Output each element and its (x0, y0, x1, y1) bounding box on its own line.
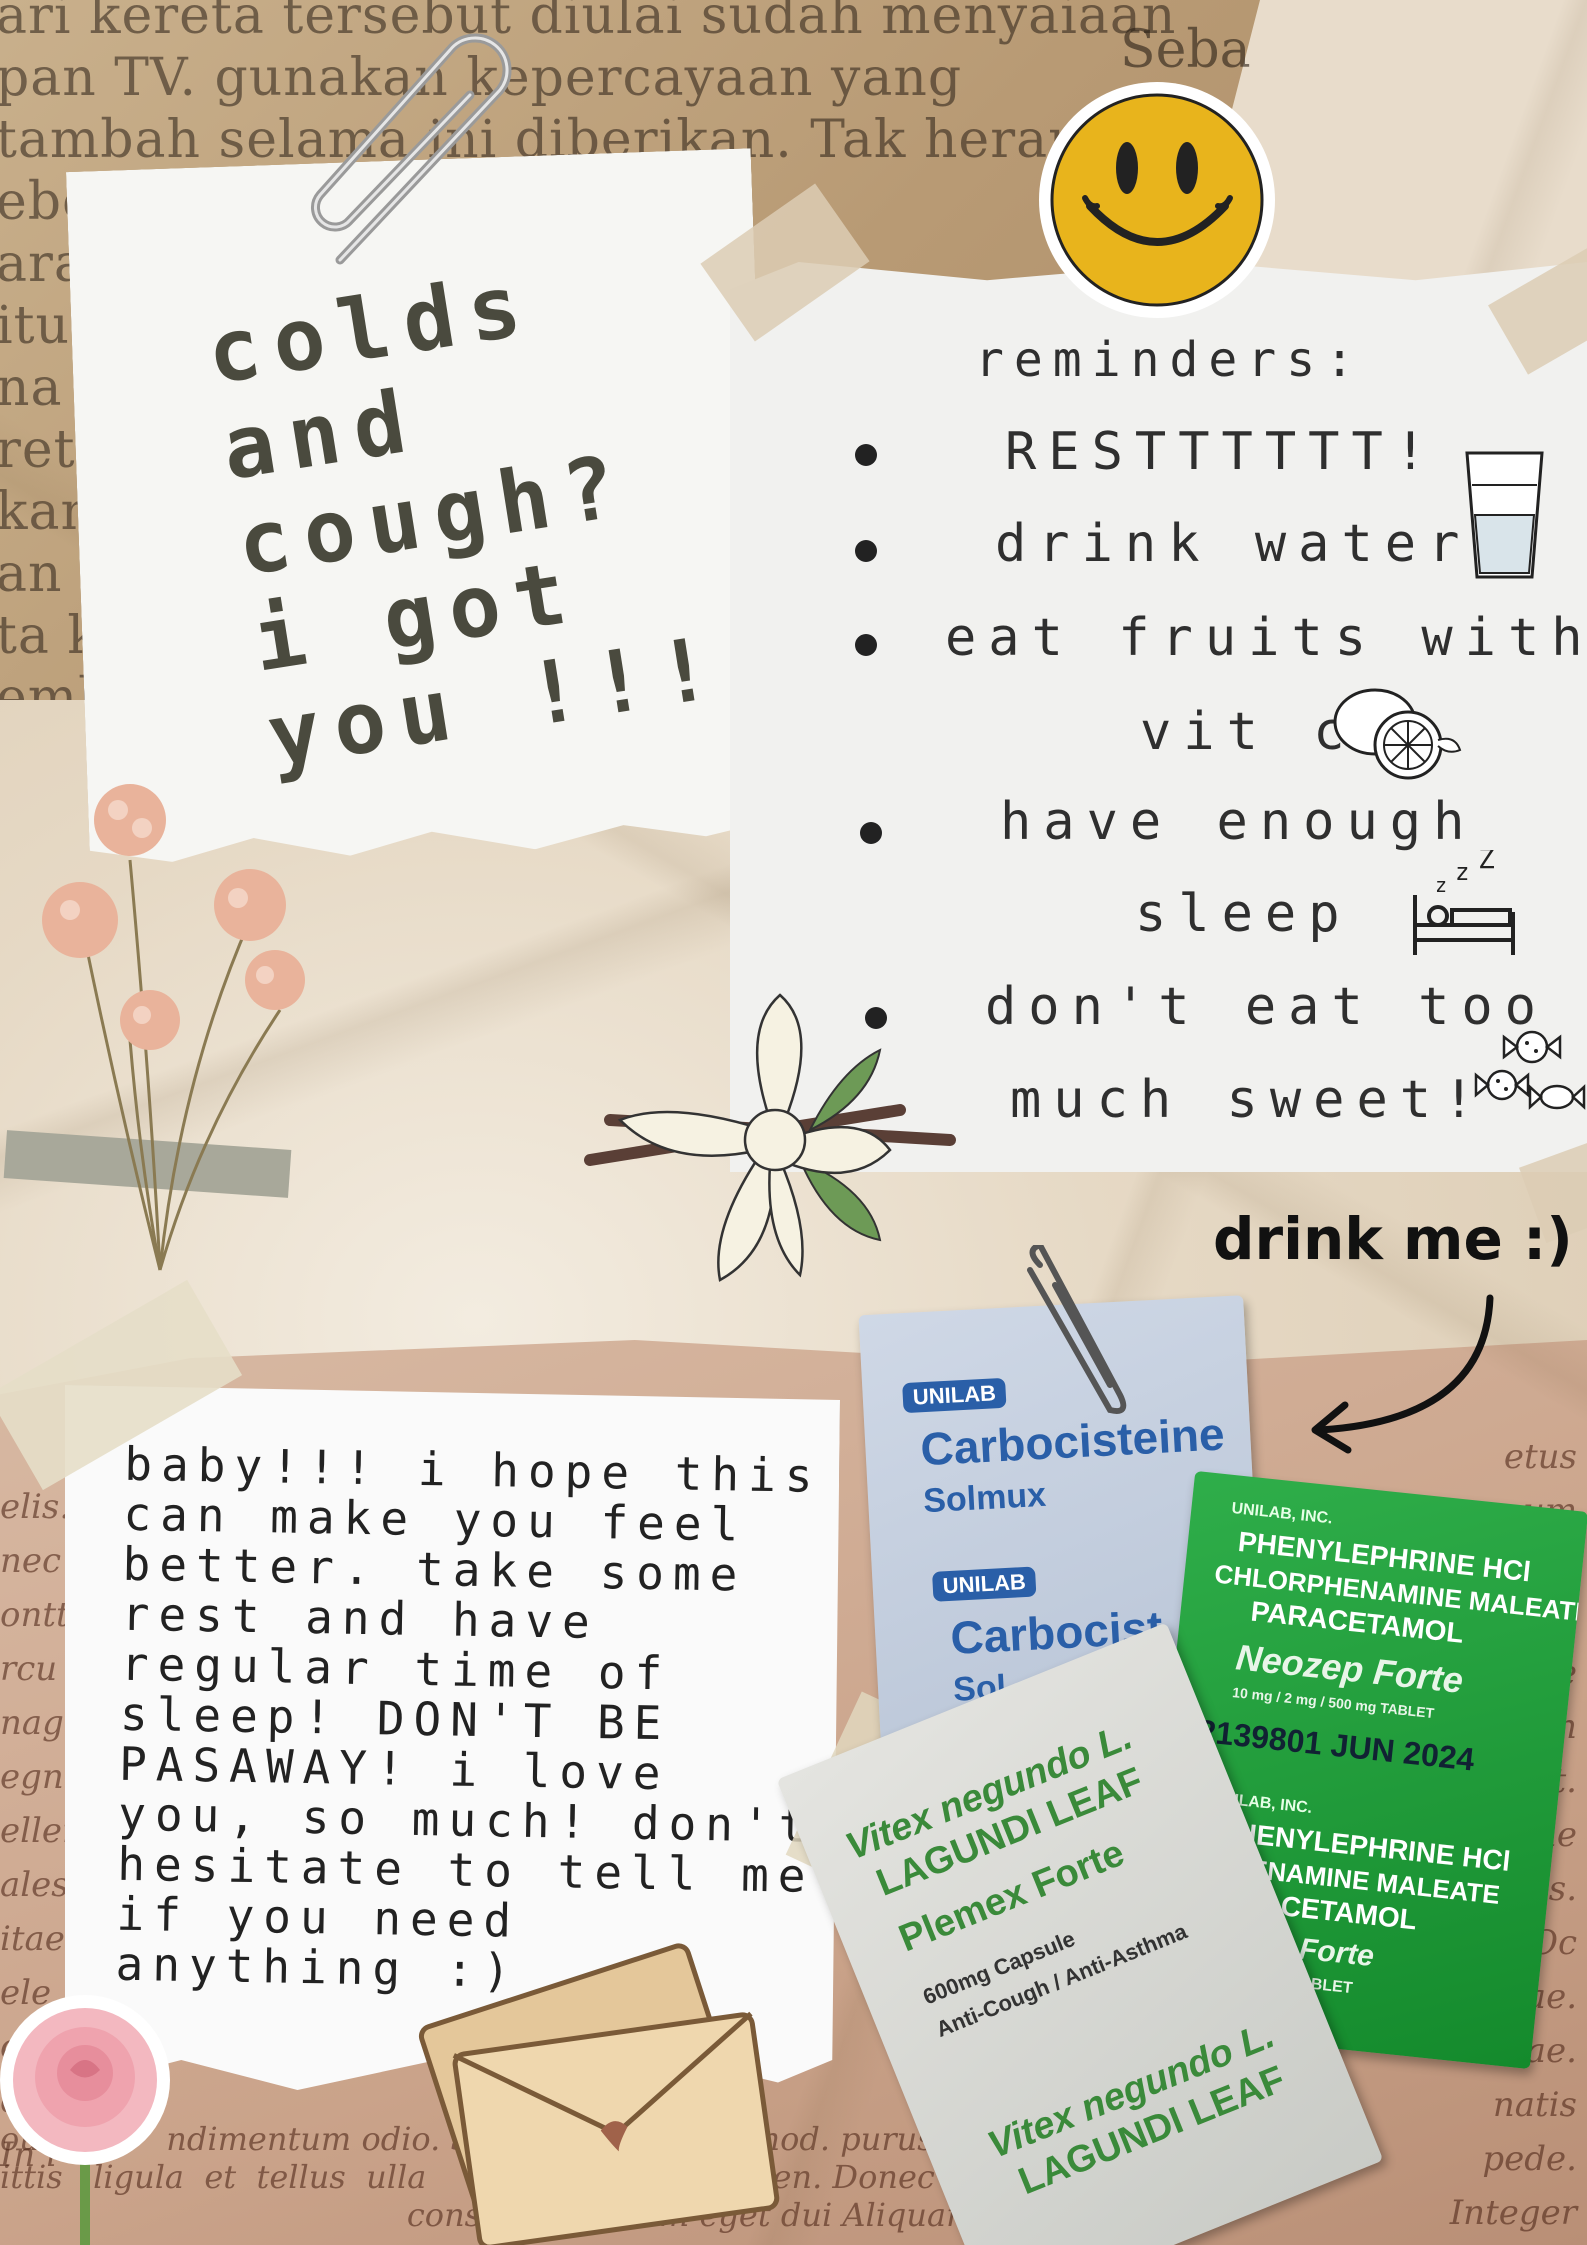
script-line: pede. (1482, 2139, 1577, 2179)
curved-arrow-icon (1311, 1294, 1494, 1454)
script-line: Integer (1449, 2193, 1577, 2233)
newspaper-line: ari kereta tersebut diulai sudah menyaia… (0, 0, 1177, 46)
reminder-item-sweets-line2: much sweet! (1010, 1070, 1487, 1130)
solmux-label: Solmux (922, 1475, 1047, 1521)
lemon-icon (1333, 688, 1462, 780)
bullet-dot (860, 822, 882, 844)
smiley-face-icon (1039, 82, 1275, 318)
glass-of-water-icon (1465, 451, 1544, 579)
reminders-heading: reminders: (975, 332, 1364, 388)
unilab-brand-label: UNILAB (932, 1566, 1037, 1602)
reminder-item-rest: RESTTTTTT! (1005, 422, 1439, 482)
drink-me-label: drink me :) (1213, 1205, 1573, 1273)
reminder-item-sleep-line2: sleep (1135, 884, 1352, 944)
svg-text:z: z (1455, 858, 1469, 886)
sleeping-bed-icon: z z Z (1413, 850, 1515, 955)
bullet-dot (855, 444, 877, 466)
reminder-item-sweets: don't eat too (985, 977, 1548, 1037)
bullet-dot (855, 634, 877, 656)
pink-rose-illustration (0, 1995, 170, 2245)
reminder-item-fruits: eat fruits with (945, 608, 1587, 668)
newspaper-corner-text: Seba (1120, 20, 1251, 80)
paperclip-icon (1027, 1245, 1127, 1414)
carbocisteine-label: Carbocisteine (919, 1407, 1226, 1476)
svg-text:z: z (1435, 873, 1447, 897)
svg-text:Z: Z (1478, 850, 1495, 875)
vanilla-flower-illustration (584, 993, 956, 1282)
bullet-dot (855, 540, 877, 562)
candy-icon (1474, 1030, 1586, 1110)
reminder-item-water: drink water! (995, 514, 1515, 574)
paperclip-icon (310, 33, 512, 265)
unilab-brand-label: UNILAB (902, 1377, 1007, 1414)
dried-flowers-illustration (42, 784, 305, 1271)
reminder-item-sleep: have enough (1000, 792, 1477, 852)
envelope-icon (418, 1943, 780, 2245)
script-line: natis (1492, 2085, 1577, 2125)
neozep-lot-label: 2139801 JUN 2024 (1196, 1712, 1477, 1778)
reminder-item-fruits-line2: vit c (1140, 702, 1357, 762)
love-letter-text: baby!!! i hope this can make you feel be… (115, 1436, 822, 1998)
neozep-brand-label: UNILAB, INC. (1230, 1499, 1334, 1528)
